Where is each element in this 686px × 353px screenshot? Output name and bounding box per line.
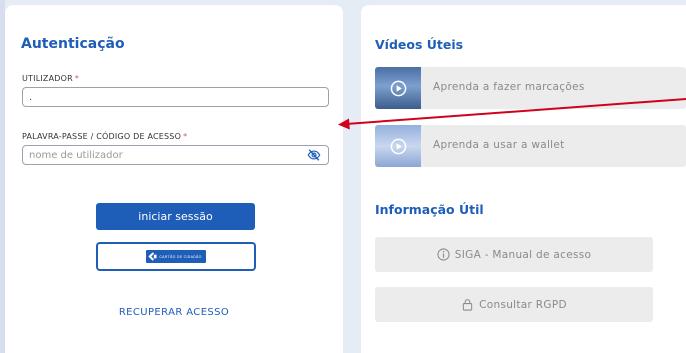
auth-title: Autenticação <box>21 36 125 52</box>
lock-icon <box>462 299 473 311</box>
citizen-card-text: CARTÃO DE CIDADÃO <box>159 254 202 259</box>
recover-access-link[interactable]: RECUPERAR ACESSO <box>5 307 343 318</box>
useful-info-title: Informação Útil <box>375 202 484 217</box>
video-label: Aprenda a usar a wallet <box>433 139 565 151</box>
required-mark: * <box>74 74 80 83</box>
videos-title: Vídeos Úteis <box>375 37 464 52</box>
citizen-card-icon <box>148 252 157 261</box>
siga-manual-label: SIGA - Manual de acesso <box>454 248 592 261</box>
citizen-card-logo: CARTÃO DE CIDADÃO <box>146 250 206 263</box>
username-label: UTILIZADOR * <box>22 74 80 83</box>
video-label: Aprenda a fazer marcações <box>433 81 585 93</box>
info-card: Vídeos Úteis Aprenda a fazer marcações A… <box>361 5 686 353</box>
password-input[interactable] <box>22 145 329 165</box>
username-input[interactable] <box>22 87 329 107</box>
annotation-arrow <box>338 98 686 130</box>
info-icon <box>437 248 450 261</box>
required-mark: * <box>183 132 188 141</box>
rgpd-button[interactable]: Consultar RGPD <box>375 287 653 322</box>
password-label: PALAVRA-PASSE / CÓDIGO DE ACESSO * <box>22 132 188 141</box>
siga-manual-button[interactable]: SIGA - Manual de acesso <box>375 237 653 272</box>
authentication-card: Autenticação UTILIZADOR* PALAVRA-PASSE /… <box>5 5 343 353</box>
eye-slash-icon[interactable] <box>307 148 321 162</box>
play-icon <box>390 138 407 155</box>
login-button[interactable]: iniciar sessão <box>96 203 255 230</box>
rgpd-label: Consultar RGPD <box>479 298 567 311</box>
citizen-card-login-button[interactable]: CARTÃO DE CIDADÃO <box>96 242 256 271</box>
